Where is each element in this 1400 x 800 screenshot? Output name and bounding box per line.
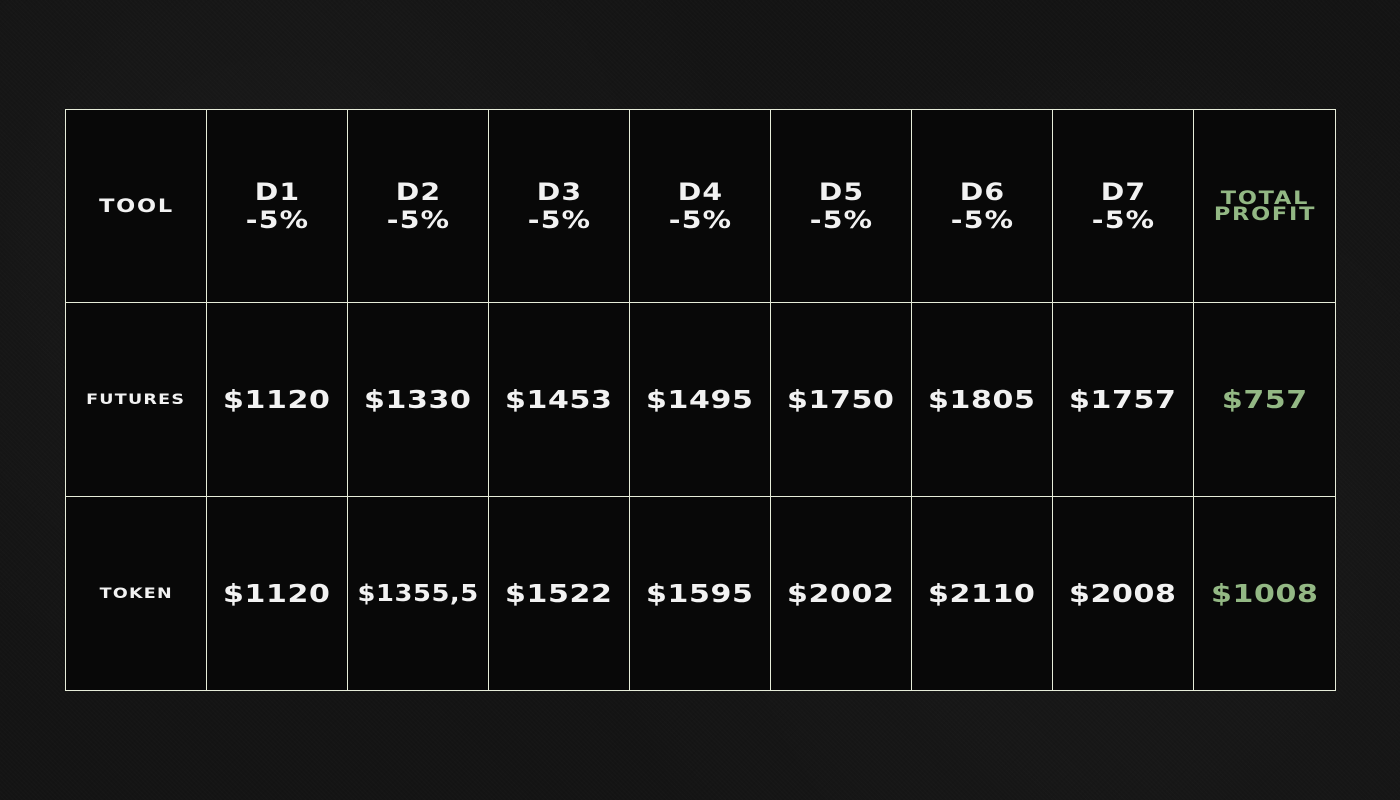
- token-d4-cell: $1595: [629, 496, 771, 691]
- futures-d4-cell: $1495: [629, 302, 771, 497]
- row-label-token: TOKEN: [65, 496, 207, 691]
- table-row-futures: FUTURES $1120 $1330 $1453 $1495 $1750 $1…: [65, 302, 1336, 497]
- row-label-futures: FUTURES: [65, 302, 207, 497]
- futures-total-profit-cell: $757: [1193, 302, 1336, 497]
- token-d2-cell: $1355,5: [347, 496, 489, 691]
- table-row-token: TOKEN $1120 $1355,5 $1522 $1595 $2002 $2…: [65, 496, 1336, 691]
- token-d3-cell: $1522: [488, 496, 630, 691]
- futures-d6-cell: $1805: [911, 302, 1053, 497]
- futures-d5-cell: $1750: [770, 302, 912, 497]
- token-d1-cell: $1120: [206, 496, 348, 691]
- futures-d2-cell: $1330: [347, 302, 489, 497]
- futures-d7-cell: $1757: [1052, 302, 1194, 497]
- token-d5-cell: $2002: [770, 496, 912, 691]
- futures-d3-cell: $1453: [488, 302, 630, 497]
- token-d6-cell: $2110: [911, 496, 1053, 691]
- futures-d1-cell: $1120: [206, 302, 348, 497]
- total-profit-header: TOTAL PROFIT: [1180, 109, 1349, 303]
- token-total-profit-cell: $1008: [1193, 496, 1336, 691]
- header-row: TOOL D1 -5% D2 -5% D3 -5% D4 -5% D5 -5% D6 -5%…: [52, 109, 1349, 303]
- profit-table: TOOL D1 -5% D2 -5% D3 -5% D4 -5% D5 -5% D6 -5%…: [52, 109, 1349, 691]
- token-d7-cell: $2008: [1052, 496, 1194, 691]
